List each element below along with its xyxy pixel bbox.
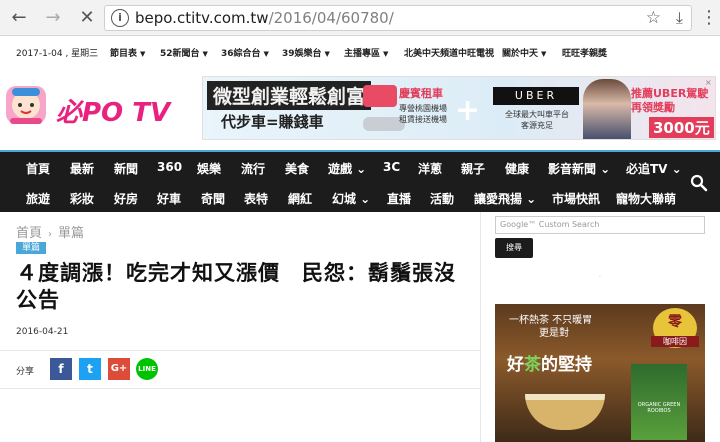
banner-line1: 微型創業輕鬆創富 [207, 81, 372, 110]
breadcrumb-current[interactable]: 單篇 [58, 226, 84, 241]
partner-logo-icon [363, 85, 397, 107]
info-icon[interactable]: i [111, 9, 129, 27]
nav-market[interactable]: 市場快訊 [552, 190, 600, 207]
nav-odd-news[interactable]: 奇聞 [201, 190, 225, 207]
category-badge[interactable]: 單篇 [16, 242, 46, 254]
nav-onion[interactable]: 洋蔥 [418, 160, 442, 177]
nav-latest[interactable]: 最新 [70, 160, 94, 177]
banner-partner: 慶賓租車 [399, 87, 443, 100]
nav-house[interactable]: 好房 [114, 190, 138, 207]
twitter-share-icon[interactable]: t [79, 358, 101, 380]
sidebar: Google™ Custom Search 搜尋 · 一杯熱茶 不只暖胃 更是對 … [480, 212, 720, 442]
topbar-link-variety36[interactable]: 36綜合台 ▼ [221, 46, 269, 59]
banner-model-image [583, 79, 631, 139]
google-plus-share-icon[interactable]: G+ [108, 358, 130, 380]
banner-uber-sub: 全球最大叫車平台 客源充足 [505, 110, 569, 130]
search-input[interactable]: Google™ Custom Search [495, 216, 705, 234]
forward-arrow-icon[interactable]: → [42, 7, 64, 29]
bookmark-star-icon[interactable]: ☆ [646, 8, 661, 28]
ad-close-icon[interactable]: × [705, 79, 713, 87]
nav-fantasy[interactable]: 幻城 ⌄ [332, 190, 370, 207]
nav-beauty[interactable]: 表特 [244, 190, 268, 207]
nav-games[interactable]: 遊戲 ⌄ [328, 160, 366, 177]
main-nav: 首頁 最新 新聞 360 娛樂 流行 美食 遊戲 ⌄ 3C 洋蔥 親子 健康 影… [0, 150, 720, 212]
top-links-bar: 2017-1-04 , 星期三 節目表 ▼ 52新聞台 ▼ 36綜合台 ▼ 39娛樂台… [0, 36, 720, 66]
share-label: 分享 [16, 367, 35, 377]
nav-news[interactable]: 新聞 [114, 160, 138, 177]
sidebar-ad-tea[interactable]: 一杯熱茶 不只暖胃 更是對 好茶的堅持 零 咖啡因 ORGANIC GREEN R… [495, 304, 705, 442]
chevron-right-icon: › [48, 229, 53, 240]
nav-influencer[interactable]: 網紅 [288, 190, 312, 207]
nav-health[interactable]: 健康 [505, 160, 529, 177]
facebook-share-icon[interactable]: f [50, 358, 72, 380]
topbar-link-ent39[interactable]: 39娛樂台 ▼ [282, 46, 330, 59]
nav-travel[interactable]: 旅遊 [26, 190, 50, 207]
topbar-link-schedule[interactable]: 節目表 ▼ [110, 46, 145, 59]
back-arrow-icon[interactable]: ← [8, 7, 30, 29]
nav-video-news[interactable]: 影音新聞 ⌄ [548, 160, 610, 177]
separator-dot: · [599, 274, 601, 281]
zero-caffeine-label: 咖啡因 [651, 336, 699, 347]
nav-entertainment[interactable]: 娛樂 [197, 160, 221, 177]
topbar-link-award[interactable]: 旺旺孝親獎 [562, 46, 607, 59]
ad-tea-headline: 好茶的堅持 [507, 355, 592, 375]
search-icon[interactable] [690, 174, 708, 192]
search-button[interactable]: 搜尋 [495, 238, 533, 258]
article-area: 首頁 › 單篇 單篇 ４度調漲！吃完才知又漲價 民怨：鬍鬚張沒公告 2016-04-… [0, 212, 480, 442]
current-date: 2017-1-04 , 星期三 [16, 49, 99, 59]
logo-text: 必PO TV [56, 98, 171, 128]
nav-charity[interactable]: 讓愛飛揚 ⌄ [474, 190, 536, 207]
plus-icon: + [455, 93, 481, 128]
nav-pets[interactable]: 寵物大聯萌 [616, 190, 676, 207]
topbar-link-north-america[interactable]: 北美中天頻道中旺電視 [404, 46, 494, 59]
nav-food[interactable]: 美食 [285, 160, 309, 177]
banner-price: 3000元 [649, 117, 714, 138]
breadcrumb-home[interactable]: 首頁 [16, 226, 42, 241]
uber-logo: UBER [493, 87, 579, 105]
more-menu-icon[interactable]: ⋮ [700, 7, 718, 29]
site-logo[interactable]: 必PO TV [4, 80, 170, 130]
line-share-icon[interactable]: LINE [136, 358, 158, 380]
nav-must-watch-tv[interactable]: 必追TV ⌄ [626, 160, 682, 177]
header-ad-banner[interactable]: 微型創業輕鬆創富 代步車=賺錢車 慶賓租車 專營桃園機場 租賃接送機場 + UBE… [202, 76, 716, 140]
breadcrumb: 首頁 › 單篇 [16, 222, 84, 241]
stop-loading-icon[interactable]: ✕ [76, 7, 98, 29]
topbar-link-news52[interactable]: 52新聞台 ▼ [160, 46, 208, 59]
nav-home[interactable]: 首頁 [26, 160, 50, 177]
nav-car[interactable]: 好車 [157, 190, 181, 207]
topbar-link-about[interactable]: 關於中天 ▼ [502, 46, 546, 59]
search-placeholder: Google™ Custom Search [500, 220, 600, 229]
nav-360[interactable]: 360 [157, 160, 182, 174]
tea-box-label: ORGANIC GREEN ROOIBOS [637, 402, 681, 414]
topbar-link-anchors[interactable]: 主播專區 ▼ [344, 46, 388, 59]
address-bar[interactable]: i bepo.ctitv.com.tw/2016/04/60780/ ☆ ⤓ [104, 5, 692, 31]
tea-cup-icon [525, 394, 605, 430]
divider [0, 388, 480, 389]
banner-partner-sub: 專營桃園機場 租賃接送機場 [399, 104, 447, 124]
ad-tea-tagline: 一杯熱茶 不只暖胃 更是對 [509, 315, 593, 339]
nav-live[interactable]: 直播 [387, 190, 411, 207]
article-date: 2016-04-21 [16, 327, 69, 337]
site-header: 必PO TV 微型創業輕鬆創富 代步車=賺錢車 慶賓租車 專營桃園機場 租賃接送機… [0, 66, 720, 150]
download-icon[interactable]: ⤓ [676, 8, 683, 28]
nav-fashion[interactable]: 流行 [241, 160, 265, 177]
url-text[interactable]: bepo.ctitv.com.tw/2016/04/60780/ [135, 9, 394, 27]
nav-3c[interactable]: 3C [383, 160, 400, 174]
banner-line2: 代步車=賺錢車 [221, 113, 324, 131]
nav-makeup[interactable]: 彩妝 [70, 190, 94, 207]
banner-promo: 推薦UBER駕駛 再領獎勵 [631, 87, 709, 114]
browser-toolbar: ← → ✕ i bepo.ctitv.com.tw/2016/04/60780/… [0, 0, 720, 36]
nav-events[interactable]: 活動 [430, 190, 454, 207]
divider [0, 350, 480, 351]
article-title: ４度調漲！吃完才知又漲價 民怨：鬍鬚張沒公告 [16, 261, 456, 312]
nav-parenting[interactable]: 親子 [461, 160, 485, 177]
